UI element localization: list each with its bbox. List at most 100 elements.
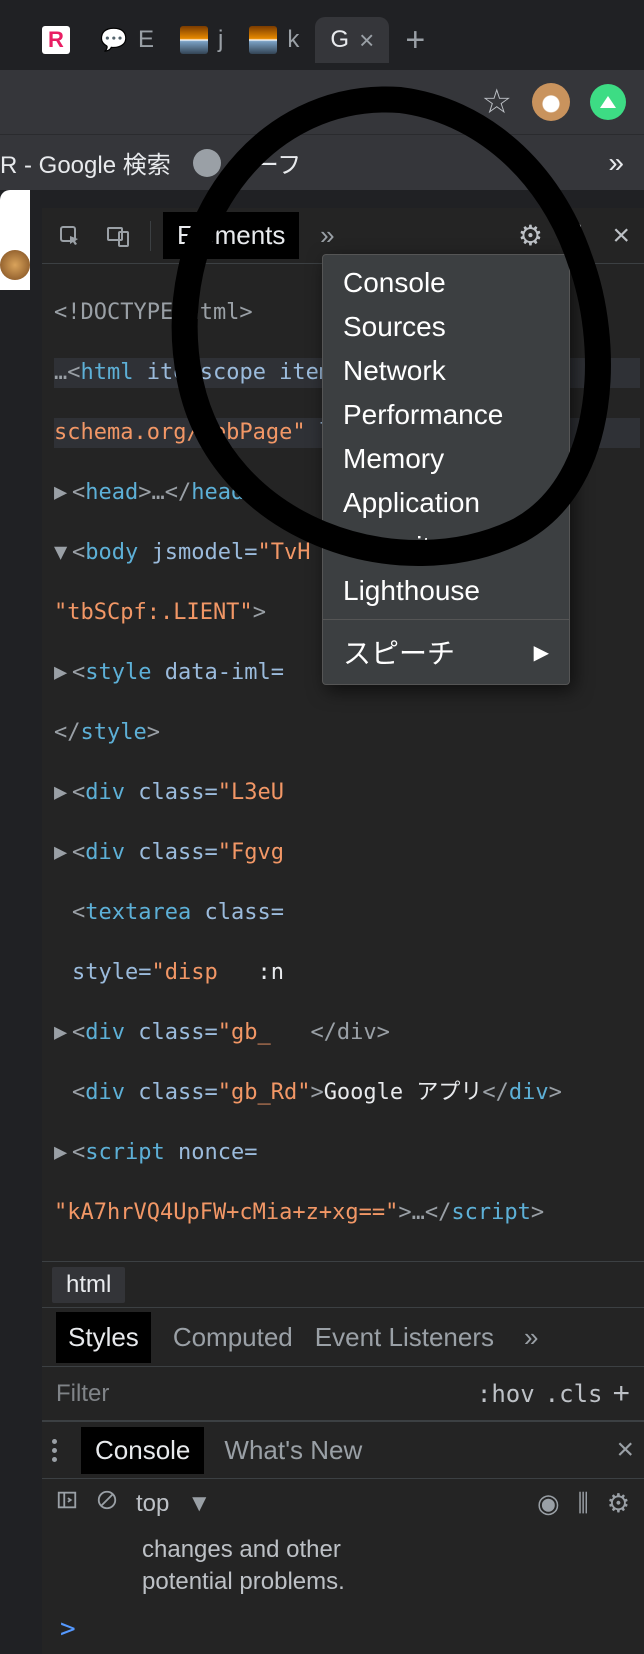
menu-item-security[interactable]: Security bbox=[323, 525, 569, 569]
console-prompt[interactable]: > bbox=[42, 1604, 644, 1654]
doctype: <!DOCTYPE html> bbox=[54, 300, 253, 325]
context-dropdown-icon[interactable]: ▼ bbox=[187, 1490, 211, 1518]
dom-breadcrumb: html bbox=[42, 1261, 644, 1307]
favicon-sunset-icon bbox=[249, 26, 277, 54]
tab-elements[interactable]: Elements bbox=[163, 212, 299, 259]
tag: head bbox=[191, 480, 244, 505]
tag: script bbox=[85, 1260, 164, 1261]
menu-item-console[interactable]: Console bbox=[323, 261, 569, 305]
cls-toggle[interactable]: .cls bbox=[545, 1380, 603, 1408]
attr: jsmodel= bbox=[138, 540, 257, 565]
tab-2[interactable]: 💬E bbox=[90, 17, 164, 63]
tab-1[interactable]: R bbox=[28, 17, 84, 63]
console-output: changes and other potential problems. bbox=[42, 1528, 644, 1604]
github-icon bbox=[193, 149, 221, 177]
tab-computed[interactable]: Computed bbox=[173, 1322, 293, 1353]
tag: head bbox=[85, 480, 138, 505]
device-toolbar-icon[interactable] bbox=[98, 216, 138, 256]
attr: itemscope item bbox=[133, 360, 332, 385]
tab-event-listeners[interactable]: Event Listeners bbox=[315, 1322, 494, 1353]
ellipsis: … bbox=[54, 360, 67, 385]
ellipsis: … bbox=[151, 480, 164, 505]
menu-item-sources[interactable]: Sources bbox=[323, 305, 569, 349]
bookmark-item-2[interactable]: カーフ bbox=[193, 145, 302, 180]
tag: html bbox=[81, 360, 134, 385]
tag: div bbox=[85, 840, 125, 865]
browser-toolbar: ☆ bbox=[0, 70, 644, 134]
drawer-tab-console[interactable]: Console bbox=[81, 1427, 204, 1474]
tag: div bbox=[85, 780, 125, 805]
profile-avatar[interactable] bbox=[532, 83, 570, 121]
bookmark-label: R - Google 検索 bbox=[0, 145, 171, 180]
drawer-tab-whats-new[interactable]: What's New bbox=[224, 1435, 362, 1466]
attr: style= bbox=[72, 960, 151, 985]
console-sidebar-toggle-icon[interactable] bbox=[56, 1489, 78, 1518]
val: "gb_Rd" bbox=[218, 1080, 311, 1105]
console-line: changes and other bbox=[142, 1534, 626, 1566]
attr: class= bbox=[125, 840, 218, 865]
page-content-sliver bbox=[0, 190, 30, 290]
close-tab-icon[interactable]: × bbox=[359, 25, 374, 56]
tag: style bbox=[85, 660, 151, 685]
new-tab-button[interactable]: + bbox=[405, 21, 425, 60]
drawer-menu-kebab-icon[interactable] bbox=[52, 1439, 57, 1462]
drawer-tab-bar: Console What's New × bbox=[42, 1422, 644, 1478]
settings-gear-icon[interactable]: ⚙ bbox=[510, 216, 550, 256]
live-expression-icon[interactable]: ◉ bbox=[537, 1488, 560, 1519]
console-filter-icon[interactable]: ⫼ bbox=[578, 1490, 589, 1518]
menu-item-speech[interactable]: スピーチ▶ bbox=[323, 626, 569, 678]
console-toolbar: top ▼ ◉ ⫼ ⚙ bbox=[42, 1478, 644, 1528]
favicon-r-icon: R bbox=[42, 26, 70, 54]
menu-item-performance[interactable]: Performance bbox=[323, 393, 569, 437]
devtools-menu-kebab-icon[interactable] bbox=[558, 216, 598, 256]
menu-item-application[interactable]: Application bbox=[323, 481, 569, 525]
breadcrumb-html[interactable]: html bbox=[52, 1267, 125, 1303]
tag: body bbox=[85, 540, 138, 565]
val: "TvH bbox=[257, 540, 310, 565]
extension-button[interactable] bbox=[590, 84, 626, 120]
val: schema.org/WebPage" bbox=[54, 420, 306, 445]
tab-styles[interactable]: Styles bbox=[56, 1312, 151, 1363]
tab-5-active[interactable]: G× bbox=[315, 17, 389, 63]
tag: script bbox=[85, 1140, 164, 1165]
tab-4[interactable]: k bbox=[239, 17, 309, 63]
submenu-arrow-icon: ▶ bbox=[534, 640, 549, 665]
divider bbox=[150, 221, 151, 251]
tab-5-label: G bbox=[330, 26, 349, 54]
bookmark-label: カーフ bbox=[231, 145, 302, 180]
tab-3[interactable]: j bbox=[170, 17, 233, 63]
browser-tabstrip: R 💬E j k G× + bbox=[0, 0, 644, 70]
favicon-sunset-icon bbox=[180, 26, 208, 54]
val: "gb_ bbox=[218, 1020, 271, 1045]
new-style-rule-icon[interactable]: + bbox=[612, 1377, 630, 1411]
bookmark-star-icon[interactable]: ☆ bbox=[482, 82, 512, 122]
menu-separator bbox=[323, 619, 569, 620]
tag: div bbox=[85, 1020, 125, 1045]
styles-filter-bar: Filter :hov .cls + bbox=[42, 1367, 644, 1421]
menu-item-memory[interactable]: Memory bbox=[323, 437, 569, 481]
filter-input[interactable]: Filter bbox=[56, 1380, 109, 1408]
attr: class= bbox=[125, 1080, 218, 1105]
tabs-overflow-chevron-icon[interactable]: » bbox=[307, 216, 347, 256]
val: "disp bbox=[151, 960, 217, 985]
close-drawer-icon[interactable]: × bbox=[616, 1433, 634, 1467]
devtools-drawer: Console What's New × top ▼ ◉ ⫼ ⚙ changes… bbox=[42, 1421, 644, 1654]
tag: textarea bbox=[85, 900, 191, 925]
menu-item-lighthouse[interactable]: Lighthouse bbox=[323, 569, 569, 613]
bookmarks-overflow-chevron-icon[interactable]: » bbox=[608, 147, 624, 179]
bookmark-item-1[interactable]: R - Google 検索 bbox=[0, 145, 171, 180]
console-context-select[interactable]: top bbox=[136, 1490, 169, 1518]
attr: class= bbox=[125, 1020, 218, 1045]
styles-tabs-overflow-icon[interactable]: » bbox=[524, 1322, 538, 1353]
close-devtools-icon[interactable]: × bbox=[606, 219, 636, 253]
clear-console-icon[interactable] bbox=[96, 1489, 118, 1518]
console-settings-gear-icon[interactable]: ⚙ bbox=[607, 1488, 630, 1519]
styles-tab-bar: Styles Computed Event Listeners » bbox=[42, 1307, 644, 1367]
tab-4-label: k bbox=[287, 26, 299, 54]
url: /xjs/_/js/ bbox=[244, 1260, 376, 1261]
text: Google アプリ bbox=[324, 1080, 483, 1105]
menu-item-network[interactable]: Network bbox=[323, 349, 569, 393]
hov-toggle[interactable]: :hov bbox=[477, 1380, 535, 1408]
val: "L3eU bbox=[218, 780, 284, 805]
inspect-element-icon[interactable] bbox=[50, 216, 90, 256]
